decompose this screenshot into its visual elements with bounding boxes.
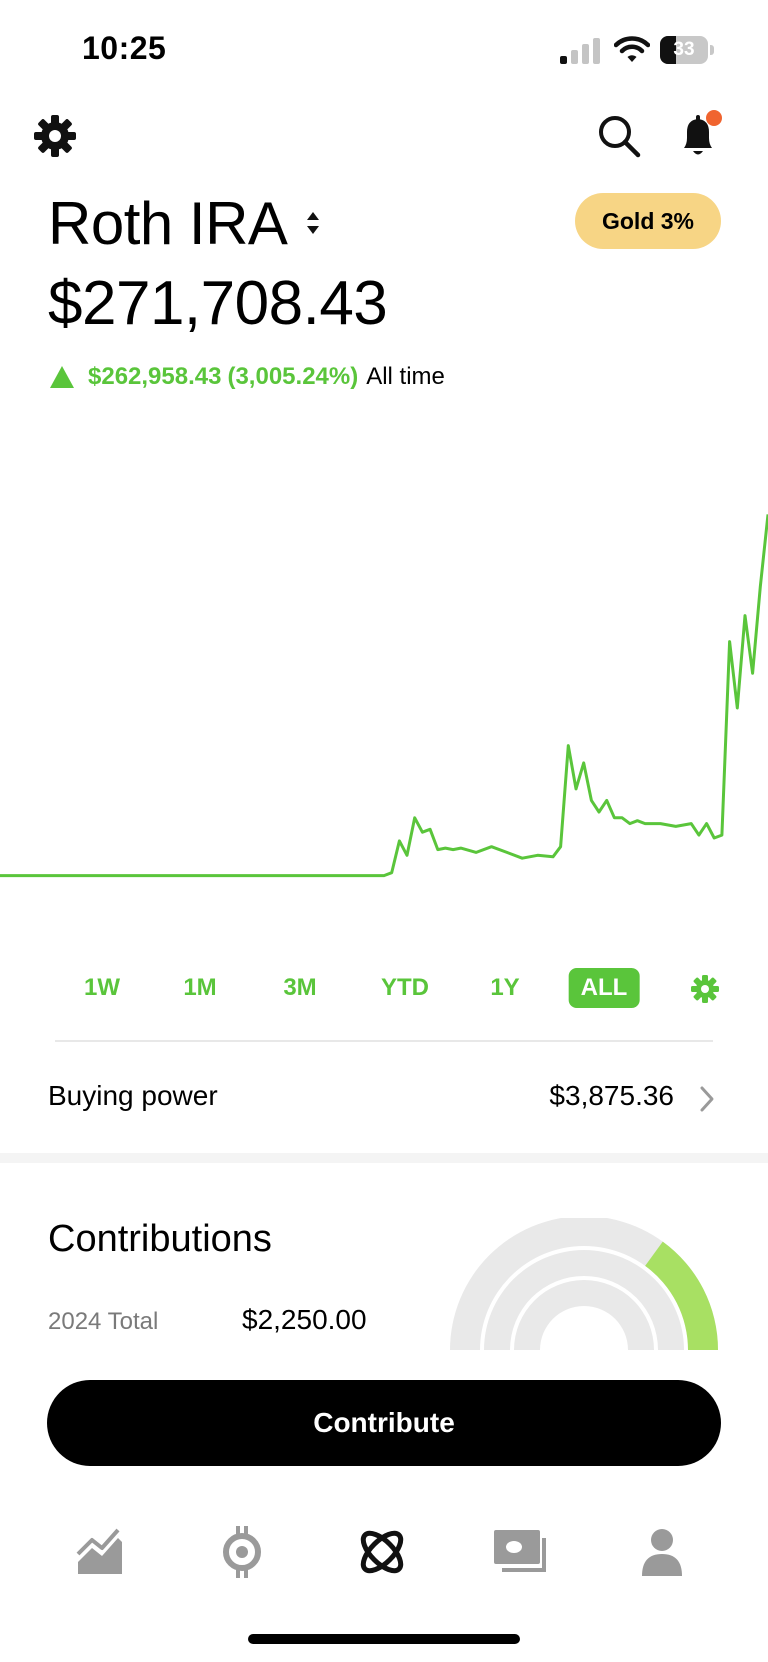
crypto-icon[interactable] bbox=[214, 1524, 270, 1580]
contributions-title: Contributions bbox=[48, 1218, 272, 1260]
section-separator bbox=[0, 1153, 768, 1163]
gain-period: All time bbox=[366, 363, 445, 390]
battery-level: 33 bbox=[673, 39, 695, 60]
contributions-total-label: 2024 Total bbox=[48, 1308, 159, 1335]
buying-power-label: Buying power bbox=[48, 1080, 218, 1111]
gain-summary: $262,958.43 (3,005.24%) All time bbox=[50, 362, 445, 392]
bottom-nav bbox=[0, 1500, 768, 1610]
divider bbox=[55, 1040, 713, 1042]
gain-percent: (3,005.24%) bbox=[227, 363, 359, 390]
account-icon[interactable] bbox=[634, 1524, 690, 1580]
tab-all[interactable]: ALL bbox=[568, 968, 640, 1008]
portfolio-value: $271,708.43 bbox=[48, 269, 388, 338]
buying-power-row[interactable]: Buying power $3,875.36 bbox=[48, 1070, 720, 1126]
battery-icon: 33 bbox=[660, 36, 714, 64]
search-icon[interactable] bbox=[596, 113, 642, 159]
range-tabs: 1W 1M 3M YTD 1Y ALL bbox=[0, 964, 768, 1012]
sort-arrows-icon bbox=[307, 212, 320, 234]
buying-power-value: $3,875.36 bbox=[549, 1080, 674, 1111]
up-triangle-icon bbox=[50, 366, 74, 388]
tab-1y[interactable]: 1Y bbox=[478, 968, 531, 1008]
contributions-total-value: $2,250.00 bbox=[242, 1304, 367, 1335]
tab-1m[interactable]: 1M bbox=[171, 968, 228, 1008]
account-name: Roth IRA bbox=[48, 189, 288, 257]
status-bar: 10:25 33 bbox=[0, 0, 768, 100]
notifications-button[interactable] bbox=[674, 110, 724, 160]
contribute-button[interactable]: Contribute bbox=[47, 1380, 721, 1466]
retirement-icon[interactable] bbox=[354, 1524, 410, 1580]
wifi-icon bbox=[614, 36, 650, 62]
tab-ytd[interactable]: YTD bbox=[369, 968, 441, 1008]
account-selector[interactable]: Roth IRA bbox=[48, 188, 321, 258]
tab-1w[interactable]: 1W bbox=[72, 968, 132, 1008]
chart-icon[interactable] bbox=[74, 1524, 130, 1580]
status-time: 10:25 bbox=[82, 30, 167, 66]
chart-svg bbox=[0, 514, 768, 878]
signal-icon bbox=[560, 38, 600, 64]
gain-amount: $262,958.43 bbox=[88, 363, 222, 390]
home-indicator bbox=[248, 1634, 520, 1644]
chart-settings-gear-icon[interactable] bbox=[690, 974, 720, 1004]
portfolio-chart[interactable] bbox=[0, 420, 768, 940]
tab-3m[interactable]: 3M bbox=[271, 968, 328, 1008]
chart-series-line bbox=[0, 514, 768, 878]
gold-badge[interactable]: Gold 3% bbox=[575, 193, 721, 249]
gear-icon[interactable] bbox=[32, 113, 78, 159]
notification-dot bbox=[706, 110, 722, 126]
chevron-right-icon bbox=[700, 1086, 714, 1112]
contributions-gauge[interactable] bbox=[448, 1218, 720, 1350]
cash-icon[interactable] bbox=[492, 1524, 548, 1580]
